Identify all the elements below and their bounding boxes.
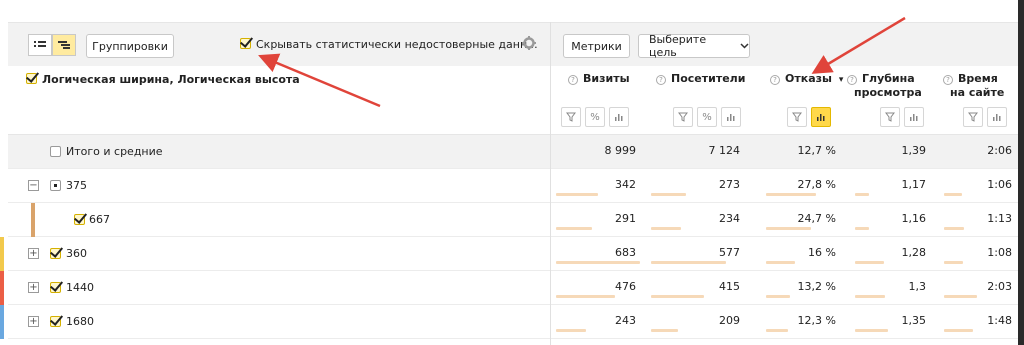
arrow-to-bounces (811, 16, 906, 74)
annotation-arrows (258, 16, 906, 108)
arrow-to-checkbox (258, 53, 381, 108)
